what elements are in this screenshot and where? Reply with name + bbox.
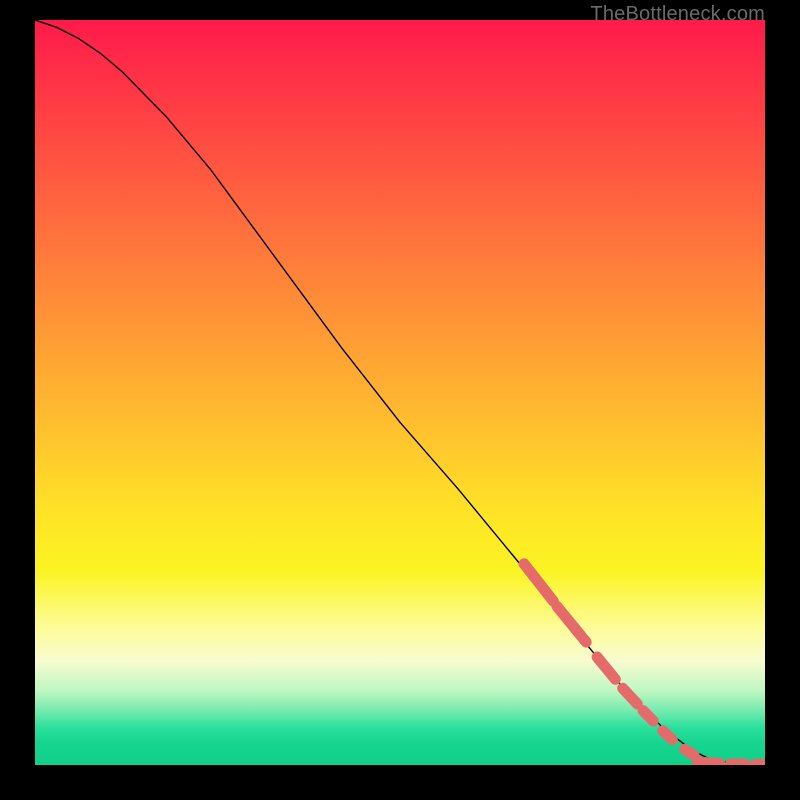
chart-frame: TheBottleneck.com bbox=[0, 0, 800, 800]
highlight-dash bbox=[698, 762, 720, 763]
plot-area bbox=[35, 20, 765, 765]
main-curve bbox=[35, 20, 765, 764]
highlight-dash bbox=[663, 731, 672, 740]
highlight-dash bbox=[557, 606, 586, 642]
highlight-dash bbox=[623, 688, 638, 704]
highlight-dash bbox=[685, 749, 694, 755]
chart-overlay bbox=[35, 20, 765, 765]
highlight-dashes bbox=[524, 564, 765, 764]
highlight-dash bbox=[524, 564, 553, 601]
curve-line bbox=[35, 20, 765, 764]
highlight-dash bbox=[643, 711, 653, 721]
highlight-dash bbox=[597, 657, 615, 679]
